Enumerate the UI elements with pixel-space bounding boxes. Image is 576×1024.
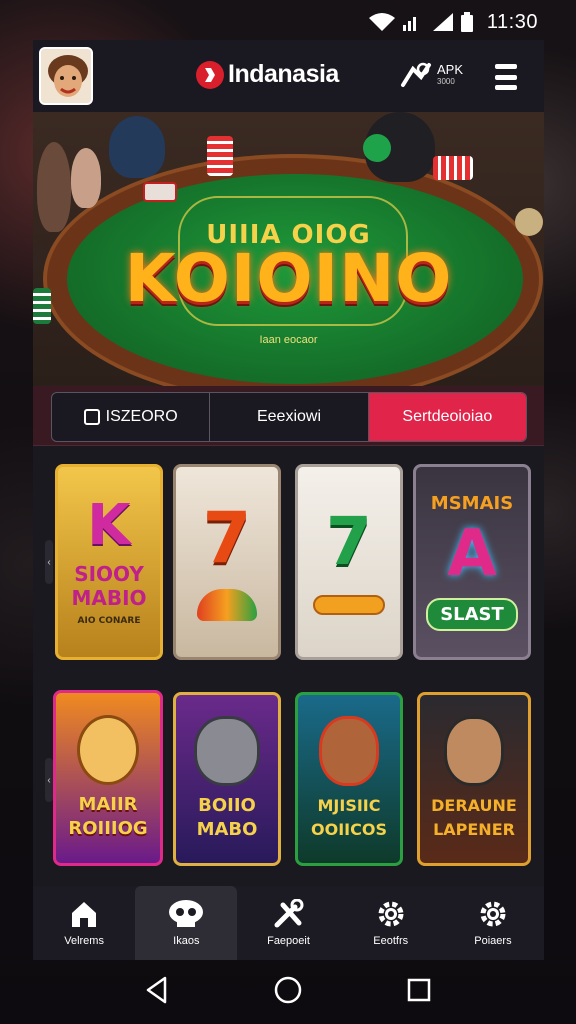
tab-label: Sertdeoioiao bbox=[402, 408, 493, 425]
tab-label: ISZEORO bbox=[105, 408, 178, 425]
game-title: BOIIO MABO bbox=[196, 795, 258, 840]
chip-stack bbox=[363, 134, 391, 162]
nav-item-games[interactable]: Ikaos bbox=[135, 886, 238, 960]
player-figure bbox=[109, 116, 165, 178]
character-icon bbox=[319, 716, 379, 786]
game-top-title: MSMAIS bbox=[430, 493, 514, 514]
game-title: MAIIR ROIIIOG bbox=[68, 794, 148, 839]
chip-stack bbox=[143, 182, 177, 202]
recents-icon[interactable] bbox=[407, 978, 431, 1007]
nav-item-settings[interactable]: Eeotfrs bbox=[340, 886, 442, 960]
game-card[interactable]: BOIIO MABO bbox=[173, 692, 281, 866]
game-title: MJISIIC OOIICOS bbox=[311, 796, 387, 839]
chip-stack bbox=[433, 156, 473, 180]
home-icon bbox=[69, 899, 99, 929]
tab-eeexiowi[interactable]: Eeexiowi bbox=[210, 393, 369, 441]
hero-small-text: Iaan eocaor bbox=[259, 334, 318, 346]
avatar[interactable] bbox=[39, 47, 93, 105]
tools-icon bbox=[273, 899, 305, 929]
chip-stack bbox=[207, 136, 233, 176]
game-card[interactable]: K SIOOY MABIO AIO CONARE bbox=[55, 464, 163, 660]
apk-label: APK bbox=[437, 62, 464, 77]
character-icon bbox=[194, 716, 260, 786]
nav-item-home[interactable]: Velrems bbox=[33, 886, 135, 960]
wifi-icon bbox=[368, 13, 395, 31]
skull-icon bbox=[167, 899, 205, 929]
download-icon bbox=[399, 59, 433, 94]
nav-item-profile[interactable]: Poiaers bbox=[442, 886, 544, 960]
nav-item-promo[interactable]: Faepoeit bbox=[237, 886, 339, 960]
game-card[interactable]: MSMAIS A SLAST bbox=[413, 464, 531, 660]
game-card[interactable]: MAIIR ROIIIOG bbox=[53, 690, 163, 866]
signal-icon bbox=[402, 13, 425, 31]
back-icon[interactable] bbox=[145, 976, 169, 1009]
game-symbol: 7 bbox=[202, 497, 252, 579]
menu-icon[interactable] bbox=[495, 64, 517, 90]
app-header: Indanasia APK 3000 bbox=[33, 40, 544, 112]
game-card[interactable]: MJISIIC OOIICOS bbox=[295, 692, 403, 866]
gear-icon bbox=[376, 899, 406, 929]
nav-label: Faepoeit bbox=[267, 935, 310, 947]
category-tabbar: ISZEORO Eeexiowi Sertdeoioiao bbox=[33, 386, 544, 446]
battery-icon bbox=[460, 12, 473, 32]
player-figure bbox=[37, 142, 71, 232]
hero-title: KOIOINO bbox=[124, 240, 453, 317]
hero-banner[interactable]: UIIIA OIOG KOIOINO Iaan eocaor bbox=[33, 112, 544, 386]
slot-bar-icon bbox=[313, 595, 385, 615]
nav-label: Velrems bbox=[64, 935, 104, 947]
game-symbol: K bbox=[87, 493, 131, 558]
game-title: SLAST bbox=[426, 598, 518, 631]
status-bar: 11:30 bbox=[0, 0, 576, 44]
bottom-nav: Velrems Ikaos Faepoeit Eeotfrs Poiaers bbox=[33, 886, 544, 960]
grid-icon bbox=[83, 409, 100, 425]
slot-fruit-icon bbox=[197, 589, 257, 621]
game-symbol: A bbox=[447, 517, 497, 591]
scroll-left-handle-2[interactable]: ‹ bbox=[45, 758, 53, 802]
game-symbol: 7 bbox=[326, 503, 372, 580]
signal-icon-2 bbox=[432, 13, 453, 31]
scroll-left-handle[interactable]: ‹ bbox=[45, 540, 53, 584]
brand-name: Indanasia bbox=[228, 60, 339, 88]
character-icon bbox=[444, 716, 504, 786]
tab-iszeoro[interactable]: ISZEORO bbox=[52, 393, 211, 441]
apk-sub-label: 3000 bbox=[437, 77, 455, 86]
tab-label: Eeexiowi bbox=[256, 408, 321, 425]
game-card[interactable]: DERAUNE LAPENER bbox=[417, 692, 531, 866]
home-circle-icon[interactable] bbox=[274, 976, 302, 1009]
brand-logo-icon bbox=[196, 60, 224, 89]
nav-label: Poiaers bbox=[474, 935, 512, 947]
game-tiny: AIO CONARE bbox=[77, 616, 141, 626]
character-icon bbox=[77, 715, 139, 785]
category-tabs: ISZEORO Eeexiowi Sertdeoioiao bbox=[51, 392, 527, 442]
tab-sertdeoioiao[interactable]: Sertdeoioiao bbox=[368, 393, 526, 441]
apk-download-button[interactable]: APK 3000 bbox=[399, 58, 469, 94]
game-title: SIOOY MABIO bbox=[71, 562, 147, 610]
brand[interactable]: Indanasia bbox=[196, 60, 339, 89]
nav-label: Ikaos bbox=[173, 935, 200, 947]
status-time: 11:30 bbox=[486, 10, 538, 33]
system-nav-bar bbox=[0, 960, 576, 1024]
gear-icon bbox=[478, 899, 508, 929]
game-card[interactable]: 7 bbox=[173, 464, 281, 660]
app-window: Indanasia APK 3000 UIIIA OIOG KOIOINO Ia… bbox=[33, 40, 544, 960]
nav-label: Eeotfrs bbox=[373, 935, 409, 947]
game-card[interactable]: 7 bbox=[295, 464, 403, 660]
game-title: DERAUNE LAPENER bbox=[431, 796, 517, 839]
player-figure bbox=[71, 148, 101, 208]
